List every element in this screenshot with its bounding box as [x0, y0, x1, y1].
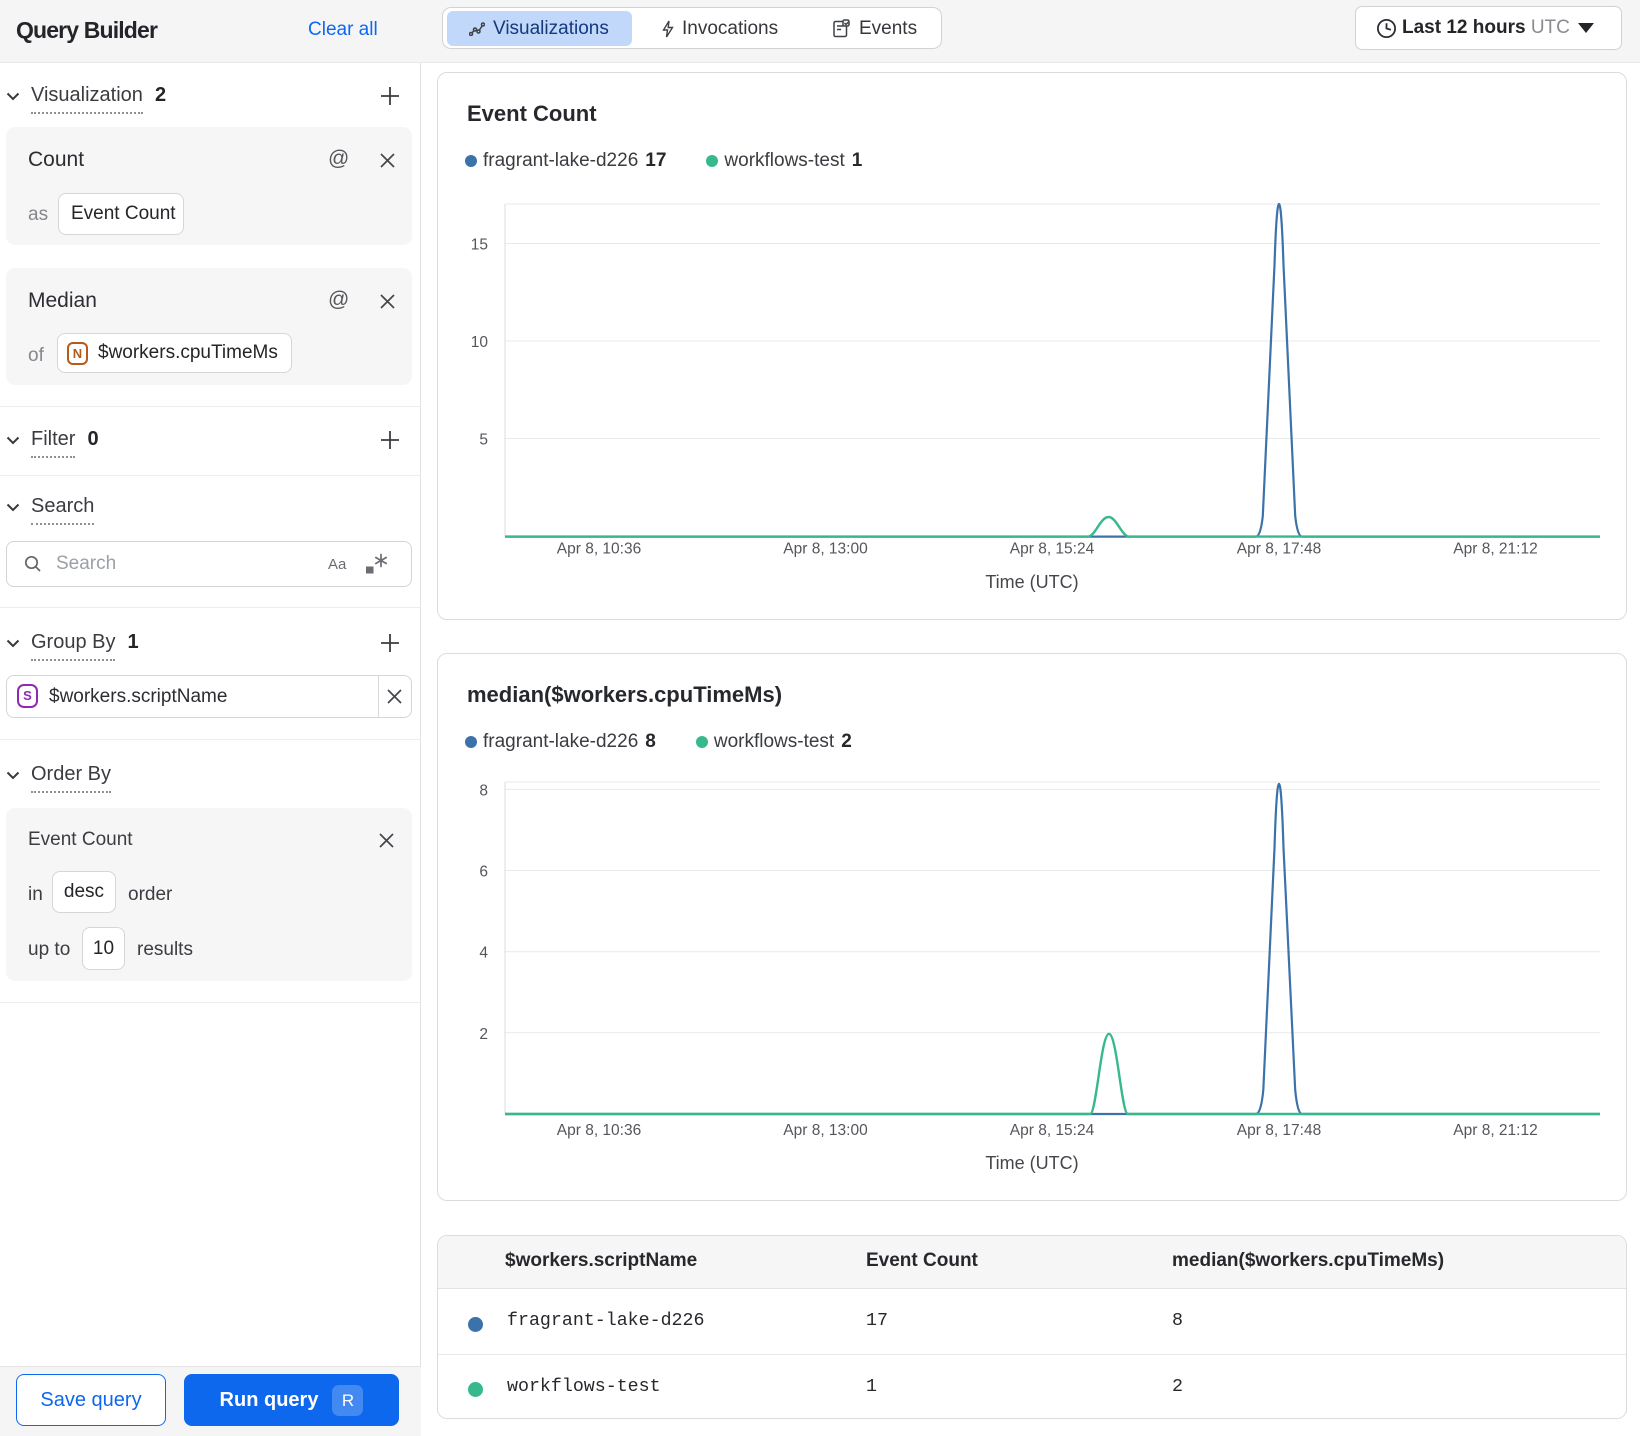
svg-text:8: 8: [479, 782, 488, 799]
svg-text:Apr 8, 10:36: Apr 8, 10:36: [557, 1122, 641, 1139]
svg-text:Apr 8, 15:24: Apr 8, 15:24: [1010, 1122, 1095, 1139]
svg-text:Apr 8, 13:00: Apr 8, 13:00: [783, 1122, 868, 1139]
svg-text:Time (UTC): Time (UTC): [985, 1153, 1078, 1173]
svg-text:Apr 8, 17:48: Apr 8, 17:48: [1237, 541, 1321, 558]
svg-text:Time (UTC): Time (UTC): [985, 572, 1078, 592]
svg-text:2: 2: [479, 1026, 488, 1043]
svg-text:Apr 8, 10:36: Apr 8, 10:36: [557, 541, 641, 558]
svg-text:Apr 8, 21:12: Apr 8, 21:12: [1453, 541, 1537, 558]
svg-text:5: 5: [479, 432, 488, 449]
svg-text:4: 4: [479, 945, 488, 962]
svg-text:Apr 8, 21:12: Apr 8, 21:12: [1453, 1122, 1537, 1139]
svg-text:15: 15: [471, 237, 488, 254]
svg-text:Apr 8, 17:48: Apr 8, 17:48: [1237, 1122, 1321, 1139]
svg-text:Apr 8, 13:00: Apr 8, 13:00: [783, 541, 868, 558]
svg-text:Apr 8, 15:24: Apr 8, 15:24: [1010, 541, 1095, 558]
svg-text:6: 6: [479, 864, 488, 881]
svg-text:10: 10: [471, 334, 489, 351]
